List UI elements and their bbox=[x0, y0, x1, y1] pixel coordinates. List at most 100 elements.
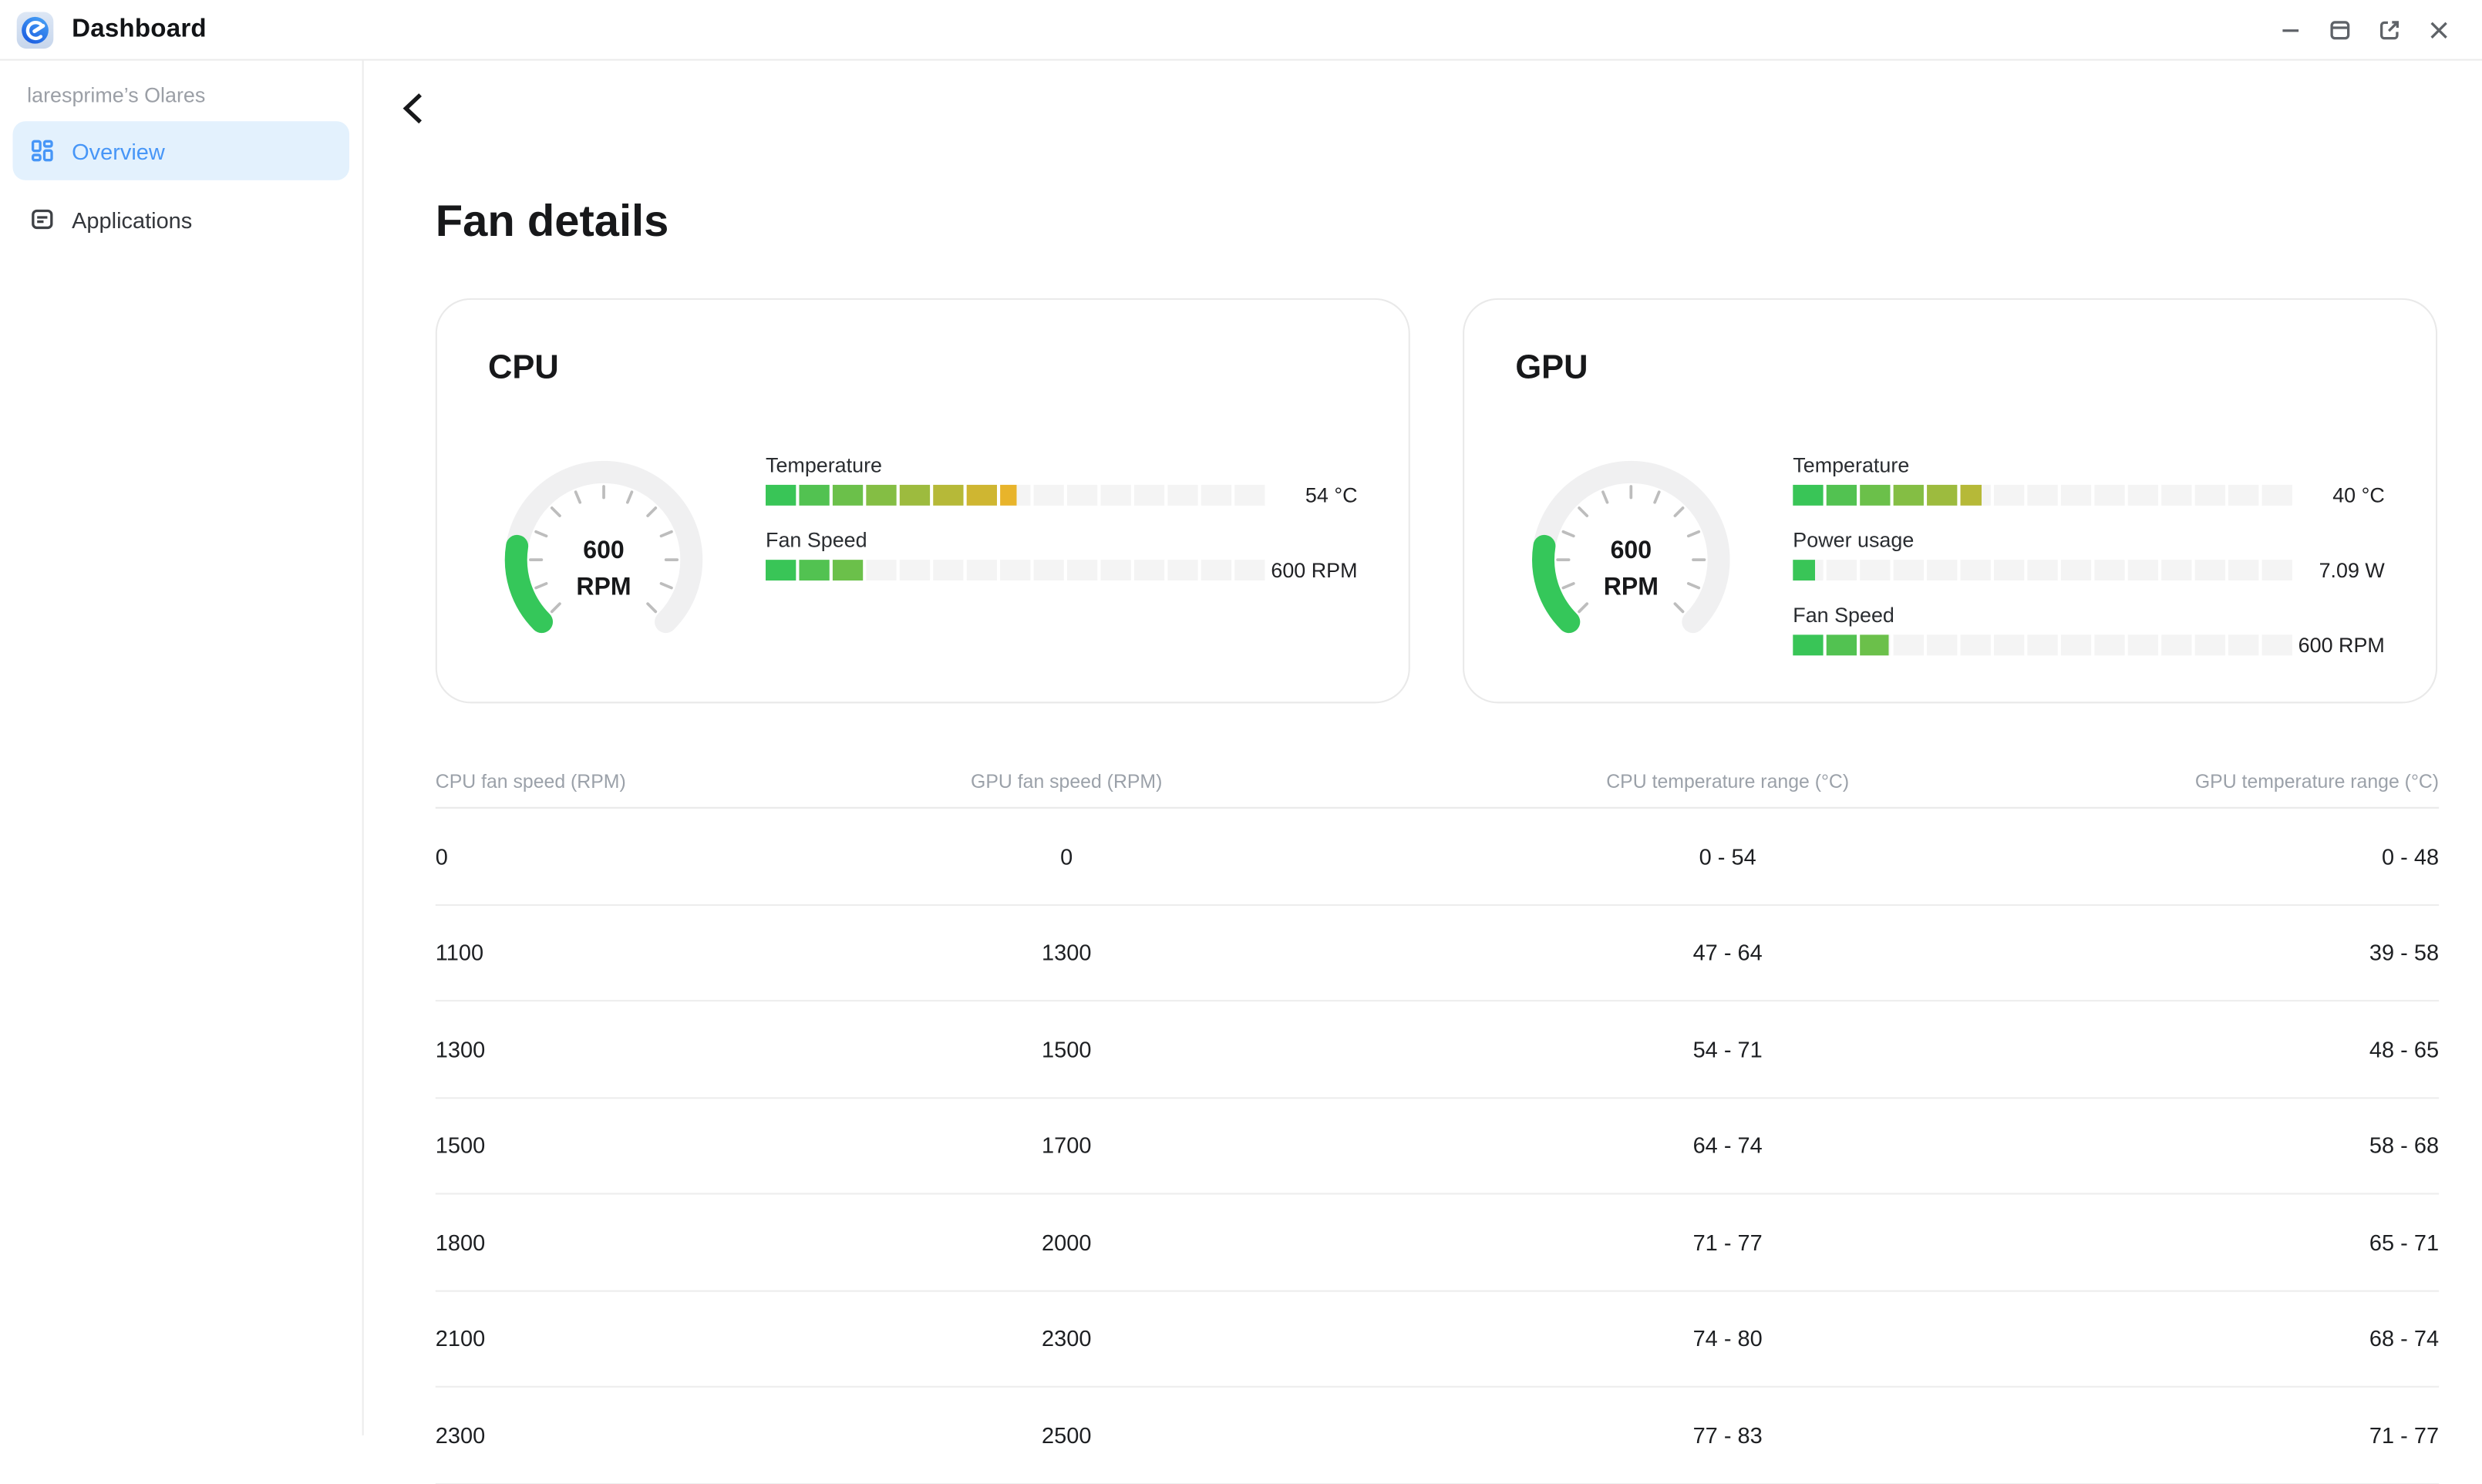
bar-segment bbox=[1994, 560, 2024, 580]
minimize-button[interactable] bbox=[2268, 7, 2313, 52]
bar-segment bbox=[2161, 485, 2191, 506]
gauge-value: 600 bbox=[583, 536, 624, 564]
bar-segment bbox=[2128, 634, 2158, 655]
bar-segment bbox=[1034, 485, 1064, 506]
bar-segment bbox=[1067, 560, 1097, 580]
bar-segment bbox=[1000, 560, 1030, 580]
bar-segment bbox=[1100, 485, 1130, 506]
table-cell: 0 - 54 bbox=[1437, 843, 2019, 869]
metric-bar bbox=[1793, 560, 2292, 580]
table-body: 000 - 540 - 481100130047 - 6439 - 581300… bbox=[436, 809, 2439, 1484]
bar-segment bbox=[2262, 634, 2292, 655]
table-cell: 0 bbox=[696, 843, 1437, 869]
metric: Temperature54 °C bbox=[766, 455, 1358, 506]
bar-segment bbox=[1827, 485, 1857, 506]
bar-segment bbox=[833, 485, 863, 506]
metric-value: 40 °C bbox=[2292, 485, 2385, 506]
bar-segment bbox=[2061, 485, 2091, 506]
bar-segment bbox=[2195, 560, 2225, 580]
bar-segment bbox=[1167, 485, 1197, 506]
bar-segment bbox=[766, 560, 796, 580]
card-title: GPU bbox=[1515, 348, 2384, 389]
bar-segment bbox=[2061, 634, 2091, 655]
bar-segment bbox=[1793, 485, 1823, 506]
bar-segment bbox=[833, 560, 863, 580]
bar-segment bbox=[2228, 634, 2258, 655]
cpu-card: CPU 600 RPM Temperature54 °CFan Speed600… bbox=[436, 298, 1410, 703]
bar-segment bbox=[2094, 634, 2124, 655]
bar-segment bbox=[1927, 485, 1957, 506]
bar-segment bbox=[1167, 560, 1197, 580]
table-cell: 68 - 74 bbox=[2018, 1326, 2439, 1351]
bar-segment bbox=[766, 485, 796, 506]
sidebar-item-applications[interactable]: Applications bbox=[13, 190, 350, 249]
table-cell: 64 - 74 bbox=[1437, 1132, 2019, 1158]
bar-segment bbox=[2195, 634, 2225, 655]
table-cell: 1300 bbox=[696, 940, 1437, 965]
sidebar-item-overview[interactable]: Overview bbox=[13, 121, 350, 180]
table-cell: 1500 bbox=[436, 1132, 696, 1158]
metric: Fan Speed600 RPM bbox=[1793, 604, 2385, 655]
table-row: 1800200071 - 7765 - 71 bbox=[436, 1195, 2439, 1291]
metric: Temperature40 °C bbox=[1793, 455, 2385, 506]
table-row: 1300150054 - 7148 - 65 bbox=[436, 1001, 2439, 1098]
bar-segment bbox=[1961, 485, 1991, 506]
table-cell: 2300 bbox=[696, 1326, 1437, 1351]
table-cell: 71 - 77 bbox=[1437, 1230, 2019, 1255]
table-cell: 1700 bbox=[696, 1132, 1437, 1158]
close-button[interactable] bbox=[2416, 7, 2461, 52]
bar-segment bbox=[866, 560, 896, 580]
table-cell: 77 - 83 bbox=[1437, 1422, 2019, 1448]
table-cell: 74 - 80 bbox=[1437, 1326, 2019, 1351]
bar-segment bbox=[1894, 560, 1924, 580]
column-header-cpu-temp-range: CPU temperature range (°C) bbox=[1437, 769, 2019, 794]
bar-segment bbox=[1234, 560, 1265, 580]
bar-segment bbox=[1034, 560, 1064, 580]
title-bar: Dashboard bbox=[0, 0, 2482, 61]
gauge-unit: RPM bbox=[576, 573, 631, 601]
gauge-value: 600 bbox=[1611, 536, 1652, 564]
bar-segment bbox=[1860, 485, 1890, 506]
bar-segment bbox=[1793, 560, 1823, 580]
bar-segment bbox=[900, 560, 930, 580]
table-cell: 39 - 58 bbox=[2018, 940, 2439, 965]
sidebar: laresprime’s Olares Overview Application… bbox=[0, 61, 364, 1435]
metric-value: 7.09 W bbox=[2292, 560, 2385, 580]
bar-segment bbox=[933, 560, 963, 580]
metric-bar bbox=[766, 485, 1265, 506]
app-window: Dashboard laresprime’s Olares bbox=[0, 0, 2482, 1435]
table-header: CPU fan speed (RPM) GPU fan speed (RPM) … bbox=[436, 769, 2439, 809]
sidebar-item-label: Applications bbox=[72, 207, 192, 232]
table-row: 2100230074 - 8068 - 74 bbox=[436, 1291, 2439, 1388]
bar-segment bbox=[967, 485, 997, 506]
bar-segment bbox=[1201, 485, 1231, 506]
gpu-card: GPU 600 RPM Temperature40 °C Power usage7… bbox=[1463, 298, 2437, 703]
app-logo-icon bbox=[16, 10, 55, 49]
bar-segment bbox=[2128, 485, 2158, 506]
table-row: 2300250077 - 8371 - 77 bbox=[436, 1388, 2439, 1484]
table-cell: 2300 bbox=[436, 1422, 696, 1448]
bar-segment bbox=[2195, 485, 2225, 506]
table-cell: 54 - 71 bbox=[1437, 1036, 2019, 1062]
table-row: 1500170064 - 7458 - 68 bbox=[436, 1098, 2439, 1194]
overview-icon bbox=[30, 139, 54, 163]
bar-segment bbox=[1894, 634, 1924, 655]
sidebar-item-label: Overview bbox=[72, 138, 165, 163]
bar-segment bbox=[1994, 485, 2024, 506]
open-in-new-window-button[interactable] bbox=[2367, 7, 2412, 52]
bar-segment bbox=[900, 485, 930, 506]
maximize-button[interactable] bbox=[2318, 7, 2362, 52]
minimize-icon bbox=[2278, 17, 2303, 42]
page-title: Fan details bbox=[436, 194, 2439, 247]
gpu-fan-speed-gauge: 600 RPM bbox=[1515, 455, 1746, 670]
column-header-gpu-temp-range: GPU temperature range (°C) bbox=[2018, 769, 2439, 794]
fan-curve-table: CPU fan speed (RPM) GPU fan speed (RPM) … bbox=[436, 769, 2439, 1484]
metric: Power usage7.09 W bbox=[1793, 530, 2385, 580]
bar-segment bbox=[933, 485, 963, 506]
bar-segment bbox=[1234, 485, 1265, 506]
back-button[interactable] bbox=[397, 89, 436, 128]
metric-label: Fan Speed bbox=[1793, 604, 2385, 625]
table-cell: 47 - 64 bbox=[1437, 940, 2019, 965]
bar-segment bbox=[1860, 560, 1890, 580]
bar-segment bbox=[1894, 485, 1924, 506]
